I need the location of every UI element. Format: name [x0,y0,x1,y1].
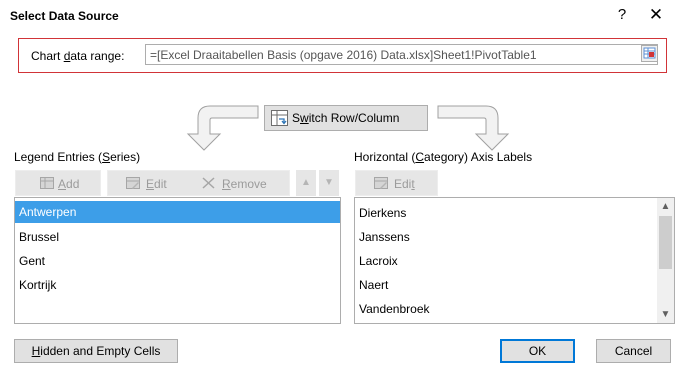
chart-data-range-input[interactable]: =[Excel Draaitabellen Basis (opgave 2016… [145,44,658,65]
legend-entries-header: Legend Entries (Series) [14,150,141,164]
legend-entries-list[interactable]: Antwerpen Brussel Gent Kortrijk [14,197,341,324]
right-curved-arrow-icon [437,105,510,151]
ok-button[interactable]: OK [500,339,575,363]
switch-row-column-label: Switch Row/Column [292,111,400,125]
remove-series-button[interactable]: Remove [192,170,290,196]
list-item[interactable]: Vandenbroek [355,298,655,320]
chart-data-range-label: Chart data range: [31,49,125,63]
help-button[interactable]: ? [612,5,632,25]
scroll-down-icon[interactable]: ▼ [657,306,674,323]
close-button[interactable]: ✕ [644,5,668,25]
axis-list-scrollbar[interactable]: ▲ ▼ [657,198,674,323]
list-item[interactable]: Janssens [355,226,655,248]
move-up-button[interactable]: ▲ [296,170,316,196]
switch-row-column-icon [271,110,288,126]
list-item[interactable]: Dierkens [355,202,655,224]
axis-labels-header: Horizontal (Category) Axis Labels [354,150,533,164]
chart-data-range-group: Chart data range: =[Excel Draaitabellen … [18,38,667,73]
edit-series-button[interactable]: Edit [107,170,203,196]
scroll-thumb[interactable] [659,216,672,269]
hidden-and-empty-cells-button[interactable]: Hidden and Empty Cells [14,339,178,363]
title-bar: Select Data Source ? ✕ [0,0,679,30]
list-item[interactable]: Antwerpen [15,201,340,223]
move-down-button[interactable]: ▼ [319,170,339,196]
scroll-up-icon[interactable]: ▲ [657,198,674,215]
cancel-button[interactable]: Cancel [596,339,671,363]
list-item[interactable]: Gent [15,250,340,272]
switch-row-column-button[interactable]: Switch Row/Column [264,105,428,131]
add-series-icon [40,177,54,189]
axis-toolbar: Edit [355,170,675,196]
list-item[interactable]: Lacroix [355,250,655,272]
range-collapse-icon[interactable] [641,45,658,62]
dialog-title: Select Data Source [10,9,119,23]
list-item[interactable]: Naert [355,274,655,296]
list-item[interactable]: Kortrijk [15,274,340,296]
edit-axis-labels-button[interactable]: Edit [355,170,438,196]
legend-toolbar: Add Edit Remove ▲ ▼ [15,170,340,196]
axis-labels-list[interactable]: Dierkens Janssens Lacroix Naert Vandenbr… [354,197,675,324]
select-data-source-dialog: Select Data Source ? ✕ Chart data range:… [0,0,679,366]
remove-x-icon [202,177,215,189]
edit-icon [374,177,388,189]
list-item[interactable]: Brussel [15,226,340,248]
left-curved-arrow-icon [186,105,259,151]
add-series-button[interactable]: Add [15,170,101,196]
edit-icon [126,177,140,189]
